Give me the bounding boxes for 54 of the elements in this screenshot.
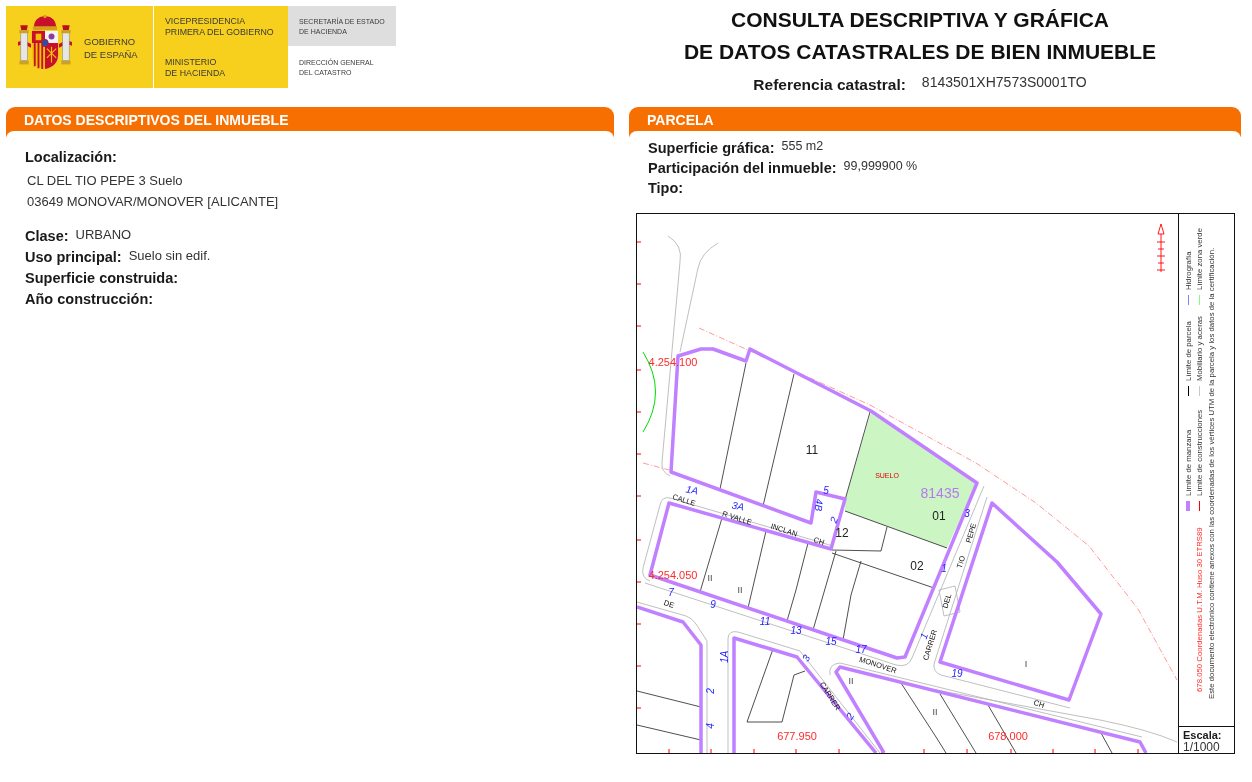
house-number: 2: [827, 515, 841, 525]
parcel-number: 01: [932, 509, 946, 523]
floor-count: II: [737, 585, 743, 595]
field-value: URBANO: [75, 226, 132, 243]
field-label: Clase:: [25, 227, 69, 246]
parcel-number: 11: [805, 443, 819, 457]
field-label: Superficie construida:: [25, 269, 179, 288]
coat-of-arms-icon: [18, 14, 72, 72]
floor-count: II: [848, 676, 854, 686]
ministry-name: MINISTERIO DE HACIENDA: [165, 57, 227, 79]
house-number: 1: [941, 562, 947, 574]
house-number: 3A: [730, 499, 746, 513]
house-number: 5: [823, 484, 829, 496]
field-label: Localización:: [25, 148, 118, 167]
parcel-number: 02: [910, 559, 924, 573]
house-number: 13: [790, 624, 802, 636]
government-name: GOBIERNO DE ESPAÑA: [84, 35, 138, 61]
coordinate-label: 678.000: [988, 730, 1028, 742]
house-number: 19: [951, 667, 963, 679]
address-line: CL DEL TIO PEPE 3 Suelo: [27, 172, 184, 190]
house-number: 11: [759, 615, 771, 627]
vice-presidency-name: VICEPRESIDENCIA PRIMERA DEL GOBIERNO: [165, 16, 275, 38]
floor-count: II: [707, 573, 713, 583]
field-label: Tipo:: [648, 179, 684, 198]
north-arrow-icon: [1156, 223, 1166, 273]
house-number: 3: [799, 652, 813, 664]
house-number: 1A: [718, 650, 730, 664]
coordinate-label: 677.950: [777, 730, 817, 742]
house-number: 17: [855, 643, 867, 655]
reference-label: Referencia catastral:: [753, 75, 906, 95]
house-number: 2: [704, 688, 716, 694]
address-line: 03649 MONOVAR/MONOVER [ALICANTE]: [27, 193, 280, 211]
house-number: 9: [710, 598, 716, 610]
field-label: Uso principal:: [25, 248, 122, 267]
field-label: Año construcción:: [25, 290, 154, 309]
field-value: 555 m2: [781, 138, 824, 155]
parcel-number: 12: [835, 526, 849, 540]
house-number: 4: [704, 723, 716, 729]
house-number: 15: [825, 635, 837, 647]
house-number: 1A: [684, 483, 700, 497]
block-number: 81435: [920, 485, 960, 501]
field-value: 99,999900 %: [843, 158, 918, 175]
house-number: 2: [843, 710, 857, 722]
field-value: Suelo sin edif.: [128, 247, 211, 264]
house-number: 4B: [813, 498, 825, 512]
reference-value: 8143501XH7573S0001TO: [921, 74, 1087, 91]
floor-count: I: [1024, 659, 1028, 669]
field-label: Superficie gráfica:: [648, 139, 775, 158]
house-number: 7: [668, 586, 674, 598]
scale-label: Escala:: [1183, 730, 1222, 741]
floor-count: II: [932, 707, 938, 717]
field-label: Participación del inmueble:: [648, 159, 837, 178]
scale-value: 1/1000: [1183, 741, 1220, 753]
page-title: CONSULTA DESCRIPTIVA Y GRÁFICA DE DATOS CATASTRALES DE BIEN INMUEBLE: [683, 7, 1157, 65]
